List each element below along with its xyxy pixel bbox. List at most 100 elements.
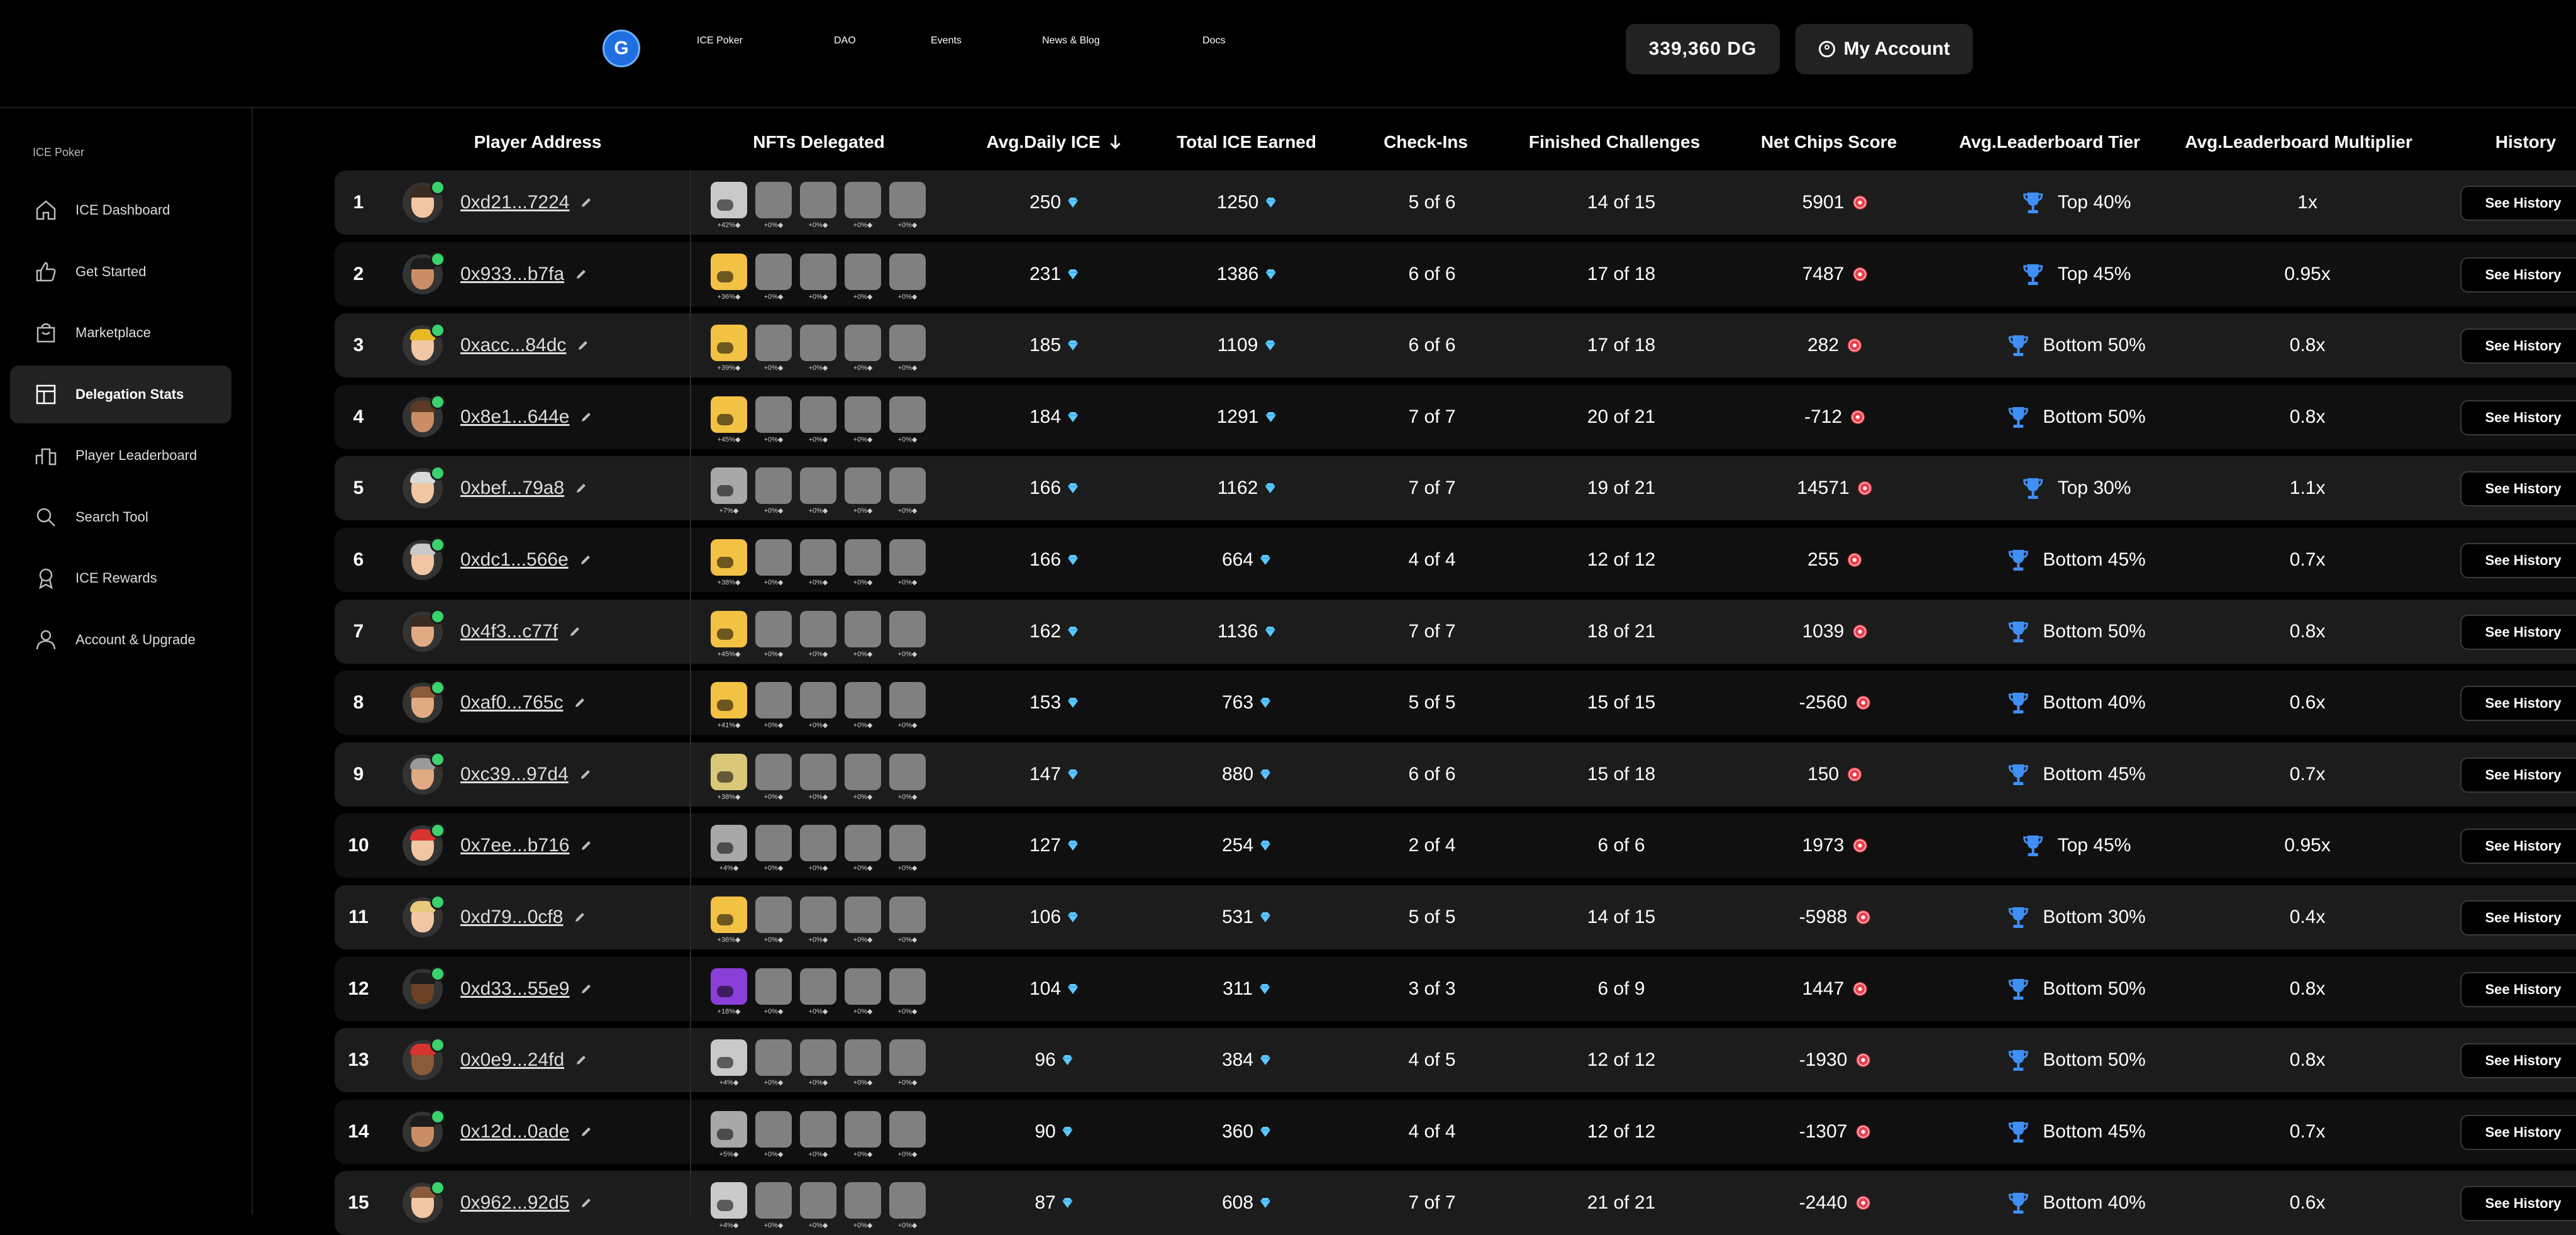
avatar[interactable] — [402, 680, 445, 724]
nft-slot[interactable]: +38%◆ — [711, 753, 747, 801]
player-address-link[interactable]: 0xdc1...566e — [460, 549, 569, 571]
nft-slot[interactable]: +38%◆ — [711, 539, 747, 586]
nft-slot-empty[interactable]: +0%◆ — [755, 396, 792, 444]
edit-pencil-icon[interactable] — [580, 554, 591, 566]
avatar[interactable] — [402, 466, 445, 509]
nft-slot-empty[interactable]: +0%◆ — [845, 753, 881, 801]
nft-slot-empty[interactable]: +0%◆ — [889, 396, 926, 444]
nft-slot-empty[interactable]: +0%◆ — [755, 610, 792, 658]
nav-dao[interactable]: DAO — [834, 35, 856, 47]
avatar[interactable] — [402, 608, 445, 652]
see-history-button[interactable]: See History — [2460, 1186, 2576, 1222]
avatar[interactable] — [402, 394, 445, 437]
nft-slot-empty[interactable]: +0%◆ — [889, 1110, 926, 1158]
nft-slot-empty[interactable]: +0%◆ — [889, 539, 926, 586]
nft-slot-empty[interactable]: +0%◆ — [755, 1110, 792, 1158]
nft-slot[interactable]: +18%◆ — [711, 968, 747, 1015]
nft-slot-empty[interactable]: +0%◆ — [800, 1039, 836, 1087]
player-address-link[interactable]: 0x4f3...c77f — [460, 621, 558, 642]
edit-pencil-icon[interactable] — [580, 983, 592, 995]
nft-slot-empty[interactable]: +0%◆ — [800, 325, 836, 372]
nft-slot-empty[interactable]: +0%◆ — [800, 897, 836, 944]
nft-slot-empty[interactable]: +0%◆ — [755, 897, 792, 944]
sidebar-item-player-leaderboard[interactable]: Player Leaderboard — [10, 427, 231, 484]
avatar[interactable] — [402, 1180, 445, 1224]
player-address-link[interactable]: 0x12d...0ade — [460, 1121, 569, 1143]
nft-slot-empty[interactable]: +0%◆ — [755, 539, 792, 586]
see-history-button[interactable]: See History — [2460, 1043, 2576, 1079]
see-history-button[interactable]: See History — [2460, 400, 2576, 435]
nft-slot-empty[interactable]: +0%◆ — [845, 1110, 881, 1158]
nft-slot[interactable]: +4%◆ — [711, 1039, 747, 1087]
nft-slot-empty[interactable]: +0%◆ — [889, 325, 926, 372]
header-avg-daily-ice[interactable]: Avg.Daily ICE — [986, 132, 1121, 152]
nft-slot-empty[interactable]: +0%◆ — [800, 610, 836, 658]
nft-slot-empty[interactable]: +0%◆ — [755, 1039, 792, 1087]
player-address-link[interactable]: 0xd21...7224 — [460, 192, 569, 213]
edit-pencil-icon[interactable] — [574, 912, 586, 923]
nav-news-blog[interactable]: News & Blog — [1042, 35, 1100, 47]
nft-slot-empty[interactable]: +0%◆ — [845, 182, 881, 229]
see-history-button[interactable]: See History — [2460, 257, 2576, 293]
nft-slot[interactable]: +5%◆ — [711, 1110, 747, 1158]
nft-slot-empty[interactable]: +0%◆ — [800, 825, 836, 872]
edit-pencil-icon[interactable] — [575, 1054, 587, 1066]
nft-slot-empty[interactable]: +0%◆ — [800, 968, 836, 1015]
sidebar-item-get-started[interactable]: Get Started — [10, 243, 231, 301]
see-history-button[interactable]: See History — [2460, 328, 2576, 364]
see-history-button[interactable]: See History — [2460, 686, 2576, 722]
nft-slot-empty[interactable]: +0%◆ — [889, 610, 926, 658]
avatar[interactable] — [402, 180, 445, 223]
see-history-button[interactable]: See History — [2460, 186, 2576, 221]
nft-slot[interactable]: +45%◆ — [711, 396, 747, 444]
sidebar-item-search-tool[interactable]: Search Tool — [10, 488, 231, 546]
avatar[interactable] — [402, 895, 445, 937]
edit-pencil-icon[interactable] — [580, 197, 592, 208]
avatar[interactable] — [402, 323, 445, 366]
nav-ice-poker[interactable]: ICE Poker — [697, 35, 743, 47]
nft-slot[interactable]: +7%◆ — [711, 467, 747, 515]
edit-pencil-icon[interactable] — [575, 269, 587, 280]
edit-pencil-icon[interactable] — [575, 483, 587, 494]
nft-slot[interactable]: +36%◆ — [711, 253, 747, 301]
edit-pencil-icon[interactable] — [580, 769, 591, 780]
sidebar-item-marketplace[interactable]: Marketplace — [10, 304, 231, 362]
nft-slot-empty[interactable]: +0%◆ — [889, 753, 926, 801]
player-address-link[interactable]: 0x962...92d5 — [460, 1192, 569, 1214]
nft-slot-empty[interactable]: +0%◆ — [800, 1182, 836, 1229]
nft-slot-empty[interactable]: +0%◆ — [755, 182, 792, 229]
player-address-link[interactable]: 0x7ee...b716 — [460, 835, 569, 856]
sidebar-item-ice-dashboard[interactable]: ICE Dashboard — [10, 181, 231, 239]
see-history-button[interactable]: See History — [2460, 829, 2576, 864]
nft-slot-empty[interactable]: +0%◆ — [889, 897, 926, 944]
see-history-button[interactable]: See History — [2460, 971, 2576, 1007]
nft-slot-empty[interactable]: +0%◆ — [845, 467, 881, 515]
nft-slot[interactable]: +45%◆ — [711, 610, 747, 658]
nft-slot-empty[interactable]: +0%◆ — [845, 825, 881, 872]
nft-slot-empty[interactable]: +0%◆ — [889, 682, 926, 729]
nft-slot[interactable]: +42%◆ — [711, 182, 747, 229]
nft-slot-empty[interactable]: +0%◆ — [800, 539, 836, 586]
player-address-link[interactable]: 0x8e1...644e — [460, 406, 569, 428]
nft-slot-empty[interactable]: +0%◆ — [755, 253, 792, 301]
player-address-link[interactable]: 0xaf0...765c — [460, 692, 563, 713]
nft-slot-empty[interactable]: +0%◆ — [845, 396, 881, 444]
nft-slot-empty[interactable]: +0%◆ — [800, 253, 836, 301]
edit-pencil-icon[interactable] — [577, 340, 589, 351]
edit-pencil-icon[interactable] — [580, 1197, 592, 1209]
avatar[interactable] — [402, 537, 445, 580]
nft-slot-empty[interactable]: +0%◆ — [800, 753, 836, 801]
nft-slot-empty[interactable]: +0%◆ — [845, 1182, 881, 1229]
nft-slot-empty[interactable]: +0%◆ — [800, 1110, 836, 1158]
nft-slot[interactable]: +41%◆ — [711, 682, 747, 729]
nft-slot-empty[interactable]: +0%◆ — [845, 610, 881, 658]
edit-pencil-icon[interactable] — [580, 1126, 592, 1137]
nft-slot-empty[interactable]: +0%◆ — [889, 253, 926, 301]
nft-slot-empty[interactable]: +0%◆ — [845, 325, 881, 372]
avatar[interactable] — [402, 1109, 445, 1152]
nft-slot-empty[interactable]: +0%◆ — [755, 1182, 792, 1229]
player-address-link[interactable]: 0xd79...0cf8 — [460, 907, 563, 928]
avatar[interactable] — [402, 751, 445, 795]
player-address-link[interactable]: 0xd33...55e9 — [460, 978, 569, 1000]
nft-slot-empty[interactable]: +0%◆ — [800, 682, 836, 729]
